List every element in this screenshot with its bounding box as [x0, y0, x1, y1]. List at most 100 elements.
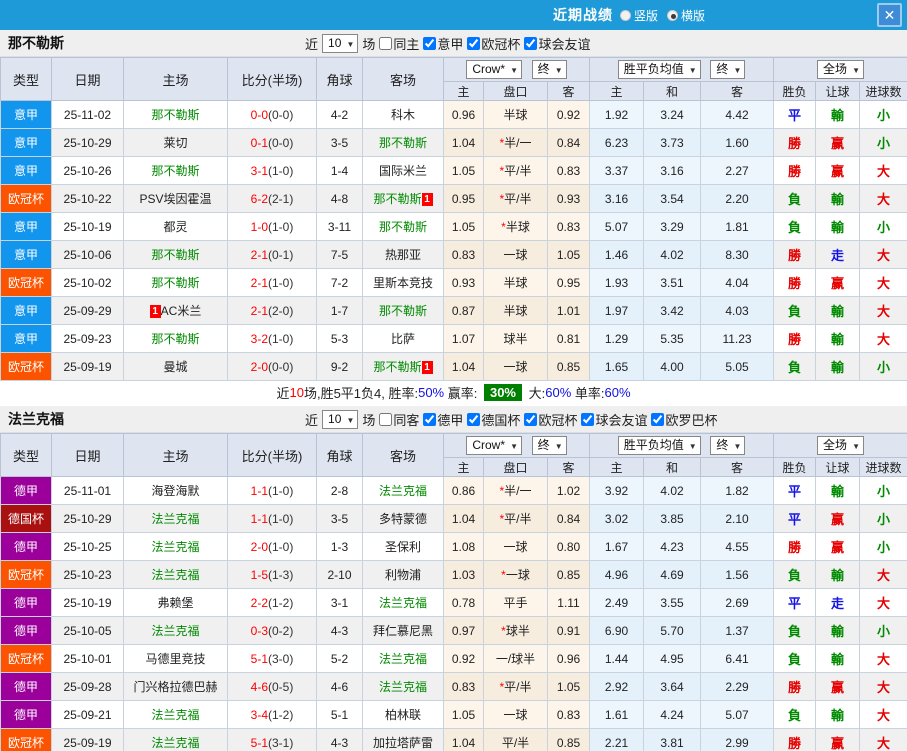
team-label: 拜仁慕尼黑 — [372, 624, 433, 638]
checkbox-input[interactable] — [651, 413, 665, 426]
checkbox-input[interactable] — [423, 413, 437, 426]
league-checkbox[interactable]: 意甲 — [423, 34, 463, 53]
avg-away-cell: 1.56 — [700, 560, 775, 589]
away-team-cell: 那不勒斯 1 — [362, 352, 444, 381]
score-cell: 6-2(2-1) — [227, 184, 317, 213]
goals-result-cell: 小 — [859, 532, 907, 561]
goals-result-cell: 小 — [859, 352, 907, 381]
team-label: 法兰克福 — [151, 708, 200, 722]
score-cell: 2-0(1-0) — [227, 532, 317, 561]
summary-segment: 30% — [483, 383, 522, 401]
match-row: 德甲 25-11-01 海登海默 1-1(1-0) 2-8 法兰克福 0.86 *半/一 1.0… — [0, 476, 907, 505]
team-label: 那不勒斯 — [151, 276, 200, 290]
league-checkbox[interactable]: 欧冠杯 — [467, 34, 520, 53]
corner-cell: 9-2 — [316, 352, 363, 381]
handicap-label: 一球 — [505, 568, 530, 582]
league-checkbox[interactable]: 德国杯 — [467, 410, 520, 429]
matches-tbody: 意甲 25-11-02 那不勒斯 0-0(0-0) 4-2 科木 0.96 半球 0.92 1.9… — [0, 100, 907, 381]
result-cell: 平 — [773, 588, 817, 617]
team-label: 多特蒙德 — [378, 512, 427, 526]
checkbox-input[interactable] — [379, 413, 393, 426]
fulltime-select[interactable]: 全场 — [817, 60, 865, 79]
odds-away-cell: 0.80 — [546, 532, 591, 561]
match-count-select[interactable]: 10 — [322, 34, 359, 53]
league-checkbox[interactable]: 欧冠杯 — [524, 410, 577, 429]
goals-result-cell: 大 — [859, 560, 907, 589]
handicap-result-cell: 輸 — [815, 184, 861, 213]
checkbox-input[interactable] — [423, 37, 437, 50]
avg-select[interactable]: 胜平负均值 — [617, 436, 701, 455]
avg-home-cell: 6.90 — [589, 616, 645, 645]
final-score: 1-1 — [250, 511, 268, 526]
layout-radio-vertical[interactable]: 竖版 — [620, 7, 658, 24]
summary-segment: 单率: — [571, 385, 605, 401]
league-cell: 欧冠杯 — [0, 352, 52, 381]
home-team-cell: 法兰克福 — [123, 728, 228, 751]
summary-segment: 近 — [276, 385, 290, 401]
odds-home-cell: 1.05 — [443, 156, 484, 185]
odds-final-select[interactable]: 终 — [531, 60, 567, 79]
league-cell: 意甲 — [0, 324, 52, 353]
same-venue-checkbox[interactable]: 同主 — [379, 34, 419, 53]
match-count-select[interactable]: 10 — [322, 410, 359, 429]
team-label: 法兰克福 — [378, 596, 427, 610]
avg-draw-cell: 3.81 — [643, 728, 702, 751]
score-cell: 2-2(1-2) — [227, 588, 317, 617]
layout-radio-horizontal[interactable]: 横版 — [667, 7, 705, 24]
league-cell: 德甲 — [0, 672, 52, 701]
checkbox-input[interactable] — [524, 413, 538, 426]
home-team-cell: 法兰克福 — [123, 560, 228, 589]
half-score: (2-1) — [268, 191, 294, 206]
team-label: 法兰克福 — [151, 512, 200, 526]
corner-cell: 1-3 — [316, 532, 363, 561]
avg-home-cell: 2.49 — [589, 588, 645, 617]
date-cell: 25-10-23 — [51, 560, 124, 589]
close-button[interactable]: ✕ — [877, 3, 902, 27]
final-score: 1-5 — [250, 567, 268, 582]
avg-draw-cell: 3.55 — [643, 588, 702, 617]
same-venue-checkbox[interactable]: 同客 — [379, 410, 419, 429]
avg-final-select[interactable]: 终 — [710, 436, 746, 455]
league-checkbox[interactable]: 球会友谊 — [581, 410, 647, 429]
avg-select[interactable]: 胜平负均值 — [617, 60, 701, 79]
bookmaker-select[interactable]: Crow* — [466, 436, 523, 455]
league-checkbox[interactable]: 球会友谊 — [524, 34, 590, 53]
result-cell: 勝 — [773, 240, 817, 269]
checkbox-input[interactable] — [379, 37, 393, 50]
league-cell: 德甲 — [0, 588, 52, 617]
league-checkbox[interactable]: 德甲 — [423, 410, 463, 429]
odds-home-cell: 0.83 — [443, 672, 484, 701]
fulltime-select[interactable]: 全场 — [817, 436, 865, 455]
league-cell: 欧冠杯 — [0, 184, 52, 213]
avg-home-cell: 3.16 — [589, 184, 645, 213]
checkbox-input[interactable] — [467, 37, 481, 50]
corner-cell: 1-7 — [316, 296, 363, 325]
col-header-avg-draw: 和 — [643, 457, 702, 477]
avg-final-select[interactable]: 终 — [710, 60, 746, 79]
team-label: 那不勒斯 — [151, 332, 200, 346]
avg-home-cell: 3.37 — [589, 156, 645, 185]
score-cell: 0-3(0-2) — [227, 616, 317, 645]
result-cell: 負 — [773, 184, 817, 213]
checkbox-input[interactable] — [467, 413, 481, 426]
odds-final-select[interactable]: 终 — [531, 436, 567, 455]
avg-home-cell: 2.92 — [589, 672, 645, 701]
checkbox-input[interactable] — [524, 37, 538, 50]
col-header-avg-home: 主 — [589, 457, 645, 477]
league-cell: 德甲 — [0, 476, 52, 505]
league-checkbox[interactable]: 欧罗巴杯 — [651, 410, 717, 429]
odds-away-cell: 0.91 — [546, 616, 591, 645]
final-score: 0-0 — [250, 107, 268, 122]
col-header-handicap-result: 让球 — [815, 81, 861, 101]
result-cell: 負 — [773, 296, 817, 325]
col-header-date: 日期 — [51, 433, 124, 477]
handicap-label: 平/半 — [501, 736, 530, 750]
promotion-badge: 1 — [421, 361, 433, 374]
goals-result-cell: 小 — [859, 100, 907, 129]
bookmaker-select[interactable]: Crow* — [466, 60, 523, 79]
result-group-header: 全场 — [773, 57, 907, 82]
avg-home-cell: 1.44 — [589, 644, 645, 673]
team-label: 马德里竞技 — [145, 652, 206, 666]
avg-home-cell: 5.07 — [589, 212, 645, 241]
checkbox-input[interactable] — [581, 413, 595, 426]
